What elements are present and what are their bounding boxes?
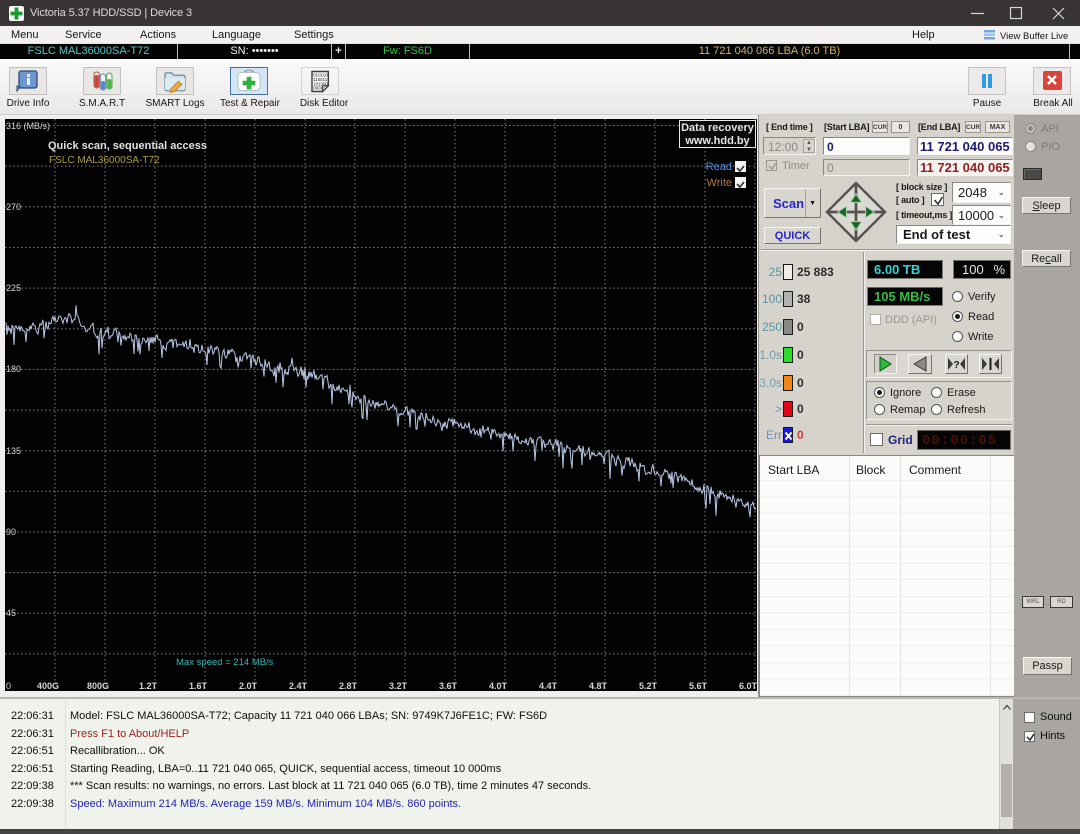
svg-text:0001: 0001: [313, 86, 323, 91]
svg-text:?: ?: [954, 360, 960, 371]
